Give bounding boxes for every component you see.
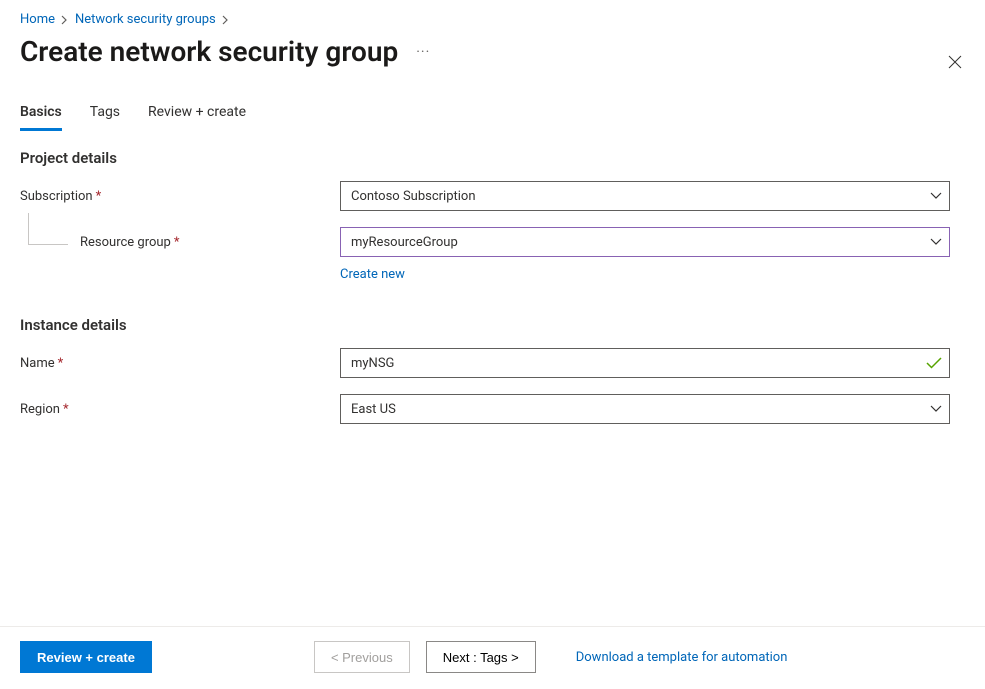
tree-connector-icon bbox=[28, 213, 68, 245]
required-icon: * bbox=[58, 356, 64, 371]
next-button[interactable]: Next : Tags > bbox=[426, 641, 536, 673]
name-value: myNSG bbox=[351, 356, 394, 371]
label-subscription: Subscription * bbox=[20, 189, 340, 204]
tabs: Basics Tags Review + create bbox=[20, 100, 965, 131]
label-region: Region * bbox=[20, 402, 340, 417]
breadcrumb-nsg[interactable]: Network security groups bbox=[75, 12, 216, 27]
tab-basics[interactable]: Basics bbox=[20, 100, 62, 131]
required-icon: * bbox=[63, 402, 69, 417]
more-icon[interactable]: ··· bbox=[412, 40, 434, 64]
close-icon[interactable] bbox=[947, 54, 963, 70]
subscription-value: Contoso Subscription bbox=[351, 189, 476, 204]
footer-bar: Review + create < Previous Next : Tags >… bbox=[0, 627, 985, 689]
label-resource-group: Resource group * bbox=[20, 235, 340, 250]
resource-group-value: myResourceGroup bbox=[351, 235, 458, 250]
region-value: East US bbox=[351, 402, 396, 417]
resource-group-select[interactable]: myResourceGroup bbox=[340, 227, 950, 257]
tab-review-create[interactable]: Review + create bbox=[148, 100, 246, 131]
page-title: Create network security group bbox=[20, 35, 398, 68]
section-project-details: Project details bbox=[20, 149, 965, 167]
section-instance-details: Instance details bbox=[20, 316, 965, 334]
tab-tags[interactable]: Tags bbox=[90, 100, 120, 131]
region-select[interactable]: East US bbox=[340, 394, 950, 424]
subscription-select[interactable]: Contoso Subscription bbox=[340, 181, 950, 211]
review-create-button[interactable]: Review + create bbox=[20, 641, 152, 673]
chevron-right-icon bbox=[61, 15, 69, 25]
previous-button: < Previous bbox=[314, 641, 410, 673]
name-input[interactable]: myNSG bbox=[340, 348, 950, 378]
chevron-right-icon bbox=[222, 15, 230, 25]
required-icon: * bbox=[96, 189, 102, 204]
breadcrumb: Home Network security groups bbox=[20, 12, 965, 27]
breadcrumb-home[interactable]: Home bbox=[20, 12, 55, 27]
download-template-link[interactable]: Download a template for automation bbox=[576, 650, 788, 665]
required-icon: * bbox=[174, 235, 180, 250]
create-new-link[interactable]: Create new bbox=[340, 267, 405, 282]
label-name: Name * bbox=[20, 356, 340, 371]
